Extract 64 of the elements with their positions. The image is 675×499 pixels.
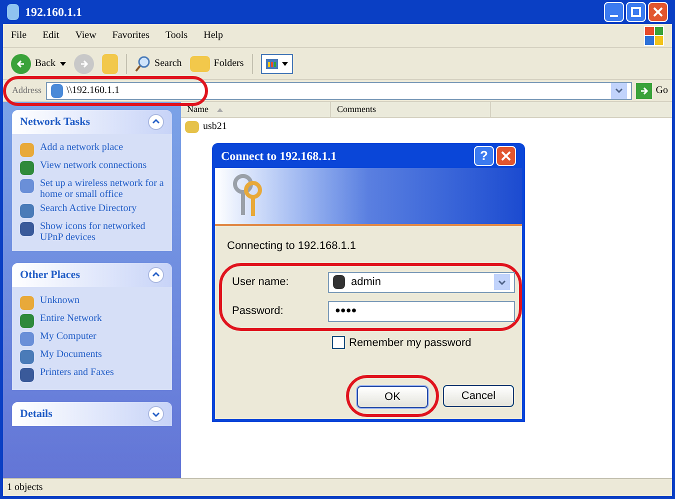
chevron-down-icon <box>152 410 160 418</box>
task-link[interactable]: Printers and Faxes <box>40 367 114 378</box>
menu-item[interactable]: Favorites <box>112 28 150 43</box>
collapse-button[interactable] <box>148 114 164 130</box>
task-link[interactable]: Add a network place <box>40 142 124 153</box>
task-link[interactable]: My Documents <box>40 349 102 360</box>
remember-label: Remember my password <box>349 336 472 350</box>
caret-icon <box>60 62 66 66</box>
task-link[interactable]: Search Active Directory <box>40 203 137 214</box>
menu-item[interactable]: Tools <box>166 28 188 43</box>
close-button[interactable] <box>496 146 516 166</box>
username-label: User name: <box>232 274 290 290</box>
column-header[interactable]: Name <box>181 102 331 117</box>
connecting-message: Connecting to 192.168.1.1 <box>227 239 358 254</box>
panel-title: Other Places <box>20 268 80 283</box>
panel-title: Details <box>20 406 52 422</box>
menu-item[interactable]: Help <box>204 28 224 43</box>
menu-item[interactable]: View <box>75 28 96 43</box>
help-button[interactable]: ? <box>474 146 494 166</box>
keys-icon <box>231 174 265 218</box>
address-label: Address <box>12 84 42 97</box>
views-button[interactable] <box>260 54 293 74</box>
status-text: 1 objects <box>7 481 43 495</box>
menu-item[interactable]: File <box>11 28 27 43</box>
column-header[interactable]: Comments <box>331 102 491 117</box>
folders-button[interactable]: Folders <box>190 56 244 72</box>
search-button[interactable]: Search <box>134 56 182 72</box>
remember-checkbox[interactable] <box>332 336 345 350</box>
minimize-button[interactable] <box>604 2 624 22</box>
go-button[interactable]: Go <box>636 82 668 98</box>
close-button[interactable] <box>648 2 668 22</box>
window-title: 192.160.1.1 <box>25 4 82 21</box>
task-link[interactable]: Unknown <box>40 295 80 306</box>
task-link[interactable]: Show icons for networked UPnP devices <box>40 221 164 243</box>
expand-button[interactable] <box>148 406 164 422</box>
task-link[interactable]: View network connections <box>40 160 147 171</box>
dialog-title: Connect to 192.168.1.1 <box>221 148 337 164</box>
chevron-up-icon <box>152 271 160 279</box>
search-icon <box>134 56 151 72</box>
ok-button[interactable]: OK <box>357 386 428 408</box>
menu-item[interactable]: Edit <box>42 28 60 43</box>
task-link[interactable]: My Computer <box>40 331 96 342</box>
back-button[interactable]: Back <box>11 54 66 74</box>
task-link[interactable]: Entire Network <box>40 313 102 324</box>
windows-logo-icon <box>644 26 664 46</box>
caret-icon <box>282 62 288 66</box>
maximize-button[interactable] <box>626 2 646 22</box>
forward-arrow-icon <box>78 58 89 68</box>
task-link[interactable]: Set up a wireless network for a home or small office <box>40 178 164 200</box>
cancel-button[interactable]: Cancel <box>443 385 514 408</box>
close-icon <box>653 7 663 17</box>
password-label: Password: <box>232 304 284 319</box>
close-icon <box>501 150 511 160</box>
password-field[interactable]: ●●●● <box>328 300 515 322</box>
file-name[interactable]: usb21 <box>203 119 227 134</box>
collapse-button[interactable] <box>148 267 164 283</box>
panel-title: Network Tasks <box>20 114 90 130</box>
sort-arrow-icon <box>216 108 222 112</box>
username-field[interactable]: admin <box>328 272 515 292</box>
views-icon <box>266 58 278 68</box>
folder-icon <box>190 56 210 72</box>
chevron-up-icon <box>152 118 160 126</box>
address-field[interactable]: \\192.160.1.1 <box>46 82 632 100</box>
shared-folder-icon <box>185 120 199 132</box>
